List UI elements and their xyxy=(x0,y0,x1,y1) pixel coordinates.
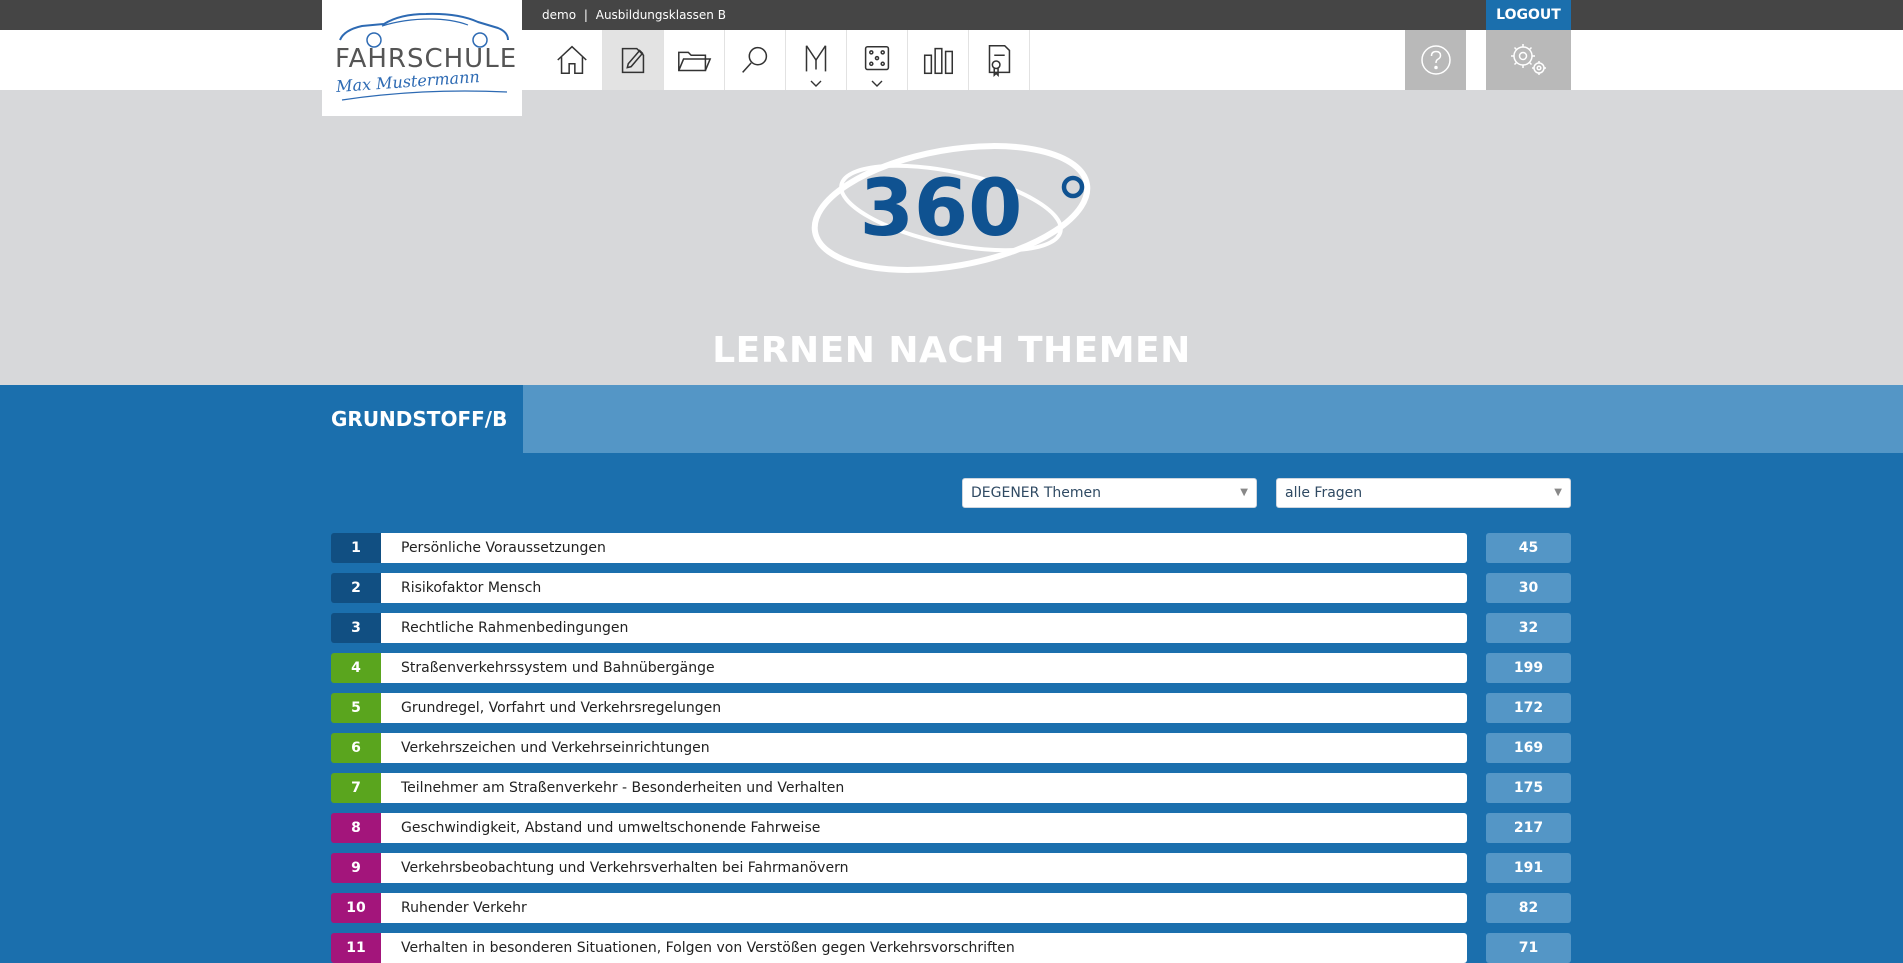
user-info: demo | Ausbildungsklassen B xyxy=(542,7,726,23)
folder-icon xyxy=(678,51,712,72)
topic-number: 2 xyxy=(331,573,381,603)
main-nav xyxy=(0,30,1903,90)
topic-number: 4 xyxy=(331,653,381,683)
topic-number: 5 xyxy=(331,693,381,723)
chevron-down-icon xyxy=(871,80,883,87)
topic-row[interactable]: 1 Persönliche Voraussetzungen 45 xyxy=(331,533,1571,563)
section-tab-grundstoff[interactable]: GRUNDSTOFF/B xyxy=(331,407,507,431)
topic-label[interactable]: Straßenverkehrssystem und Bahnübergänge xyxy=(381,653,1467,683)
dice-dropdown-icon xyxy=(864,45,890,71)
help-icon xyxy=(1420,45,1451,75)
topic-label[interactable]: Teilnehmer am Straßenverkehr - Besonderh… xyxy=(381,773,1467,803)
topic-row[interactable]: 9 Verkehrsbeobachtung und Verkehrsverhalt… xyxy=(331,853,1571,883)
chevron-down-icon xyxy=(810,80,822,87)
dropdown-arrow-icon: ▼ xyxy=(1240,487,1248,498)
help-button[interactable] xyxy=(1405,30,1466,90)
nav-folder-button[interactable] xyxy=(664,30,725,90)
topic-label[interactable]: Grundregel, Vorfahrt und Verkehrsregelun… xyxy=(381,693,1467,723)
nav-learn-button[interactable] xyxy=(603,30,664,90)
nav-statistics-button[interactable] xyxy=(908,30,969,90)
topic-question-count: 45 xyxy=(1486,533,1571,563)
topic-number: 8 xyxy=(331,813,381,843)
settings-icon xyxy=(1510,44,1546,75)
topic-question-count: 172 xyxy=(1486,693,1571,723)
topic-row[interactable]: 6 Verkehrszeichen und Verkehrseinrichtung… xyxy=(331,733,1571,763)
topic-label[interactable]: Verhalten in besonderen Situationen, Fol… xyxy=(381,933,1467,963)
topic-row[interactable]: 10 Ruhender Verkehr 82 xyxy=(331,893,1571,923)
topic-question-count: 175 xyxy=(1486,773,1571,803)
nav-search-button[interactable] xyxy=(725,30,786,90)
question-filter-select[interactable]: alle Fragen ▼ xyxy=(1276,478,1571,508)
topic-label[interactable]: Verkehrszeichen und Verkehrseinrichtunge… xyxy=(381,733,1467,763)
topic-label[interactable]: Risikofaktor Mensch xyxy=(381,573,1467,603)
topic-question-count: 199 xyxy=(1486,653,1571,683)
home-icon xyxy=(557,45,587,75)
topic-set-value: DEGENER Themen xyxy=(971,485,1101,501)
topic-question-count: 82 xyxy=(1486,893,1571,923)
topic-row[interactable]: 8 Geschwindigkeit, Abstand und umweltscho… xyxy=(331,813,1571,843)
topic-number: 3 xyxy=(331,613,381,643)
user-separator: | xyxy=(583,8,588,22)
360-logo-text: 360 xyxy=(860,164,1023,254)
topic-row[interactable]: 11 Verhalten in besonderen Situationen, F… xyxy=(331,933,1571,963)
topic-number: 9 xyxy=(331,853,381,883)
hero-banner: 360 LERNEN NACH THEMEN xyxy=(0,90,1903,385)
topic-question-count: 71 xyxy=(1486,933,1571,963)
section-header: GRUNDSTOFF/B xyxy=(0,385,1903,453)
question-filter-value: alle Fragen xyxy=(1285,485,1363,501)
topic-row[interactable]: 5 Grundregel, Vorfahrt und Verkehrsregelu… xyxy=(331,693,1571,723)
dropdown-arrow-icon: ▼ xyxy=(1554,487,1562,498)
page-title: LERNEN NACH THEMEN xyxy=(712,330,1191,371)
settings-button[interactable] xyxy=(1486,30,1571,90)
topic-label[interactable]: Verkehrsbeobachtung und Verkehrsverhalte… xyxy=(381,853,1467,883)
topic-row[interactable]: 4 Straßenverkehrssystem und Bahnübergänge… xyxy=(331,653,1571,683)
topic-row[interactable]: 2 Risikofaktor Mensch 30 xyxy=(331,573,1571,603)
statistics-icon xyxy=(923,47,954,75)
topic-label[interactable]: Rechtliche Rahmenbedingungen xyxy=(381,613,1467,643)
username: demo xyxy=(542,8,577,22)
topic-number: 10 xyxy=(331,893,381,923)
topic-question-count: 32 xyxy=(1486,613,1571,643)
section-header-bar xyxy=(523,385,1903,453)
topic-number: 7 xyxy=(331,773,381,803)
topic-number: 6 xyxy=(331,733,381,763)
school-logo[interactable]: FAHRSCHULE Max Mustermann xyxy=(322,0,522,116)
logout-button[interactable]: LOGOUT xyxy=(1486,0,1571,30)
topic-question-count: 30 xyxy=(1486,573,1571,603)
topic-question-count: 217 xyxy=(1486,813,1571,843)
certificate-icon xyxy=(988,44,1011,78)
topic-row[interactable]: 7 Teilnehmer am Straßenverkehr - Besonder… xyxy=(331,773,1571,803)
topic-label[interactable]: Ruhender Verkehr xyxy=(381,893,1467,923)
edit-document-icon xyxy=(621,47,645,74)
top-bar: demo | Ausbildungsklassen B LOGOUT xyxy=(0,0,1903,30)
search-icon xyxy=(742,46,768,73)
exam-dropdown-icon xyxy=(805,45,827,72)
nav-random-button[interactable] xyxy=(847,30,908,90)
license-class: Ausbildungsklassen B xyxy=(595,8,726,22)
topic-number: 11 xyxy=(331,933,381,963)
logo-title: FAHRSCHULE xyxy=(335,44,518,74)
topic-question-count: 169 xyxy=(1486,733,1571,763)
topic-row[interactable]: 3 Rechtliche Rahmenbedingungen 32 xyxy=(331,613,1571,643)
topic-question-count: 191 xyxy=(1486,853,1571,883)
topic-number: 1 xyxy=(331,533,381,563)
nav-icon-bar xyxy=(542,30,1030,90)
nav-exam-button[interactable] xyxy=(786,30,847,90)
nav-home-button[interactable] xyxy=(542,30,603,90)
topic-set-select[interactable]: DEGENER Themen ▼ xyxy=(962,478,1257,508)
360-logo: 360 xyxy=(811,143,1091,273)
topic-label[interactable]: Persönliche Voraussetzungen xyxy=(381,533,1467,563)
nav-certificate-button[interactable] xyxy=(969,30,1030,90)
topic-label[interactable]: Geschwindigkeit, Abstand und umweltschon… xyxy=(381,813,1467,843)
